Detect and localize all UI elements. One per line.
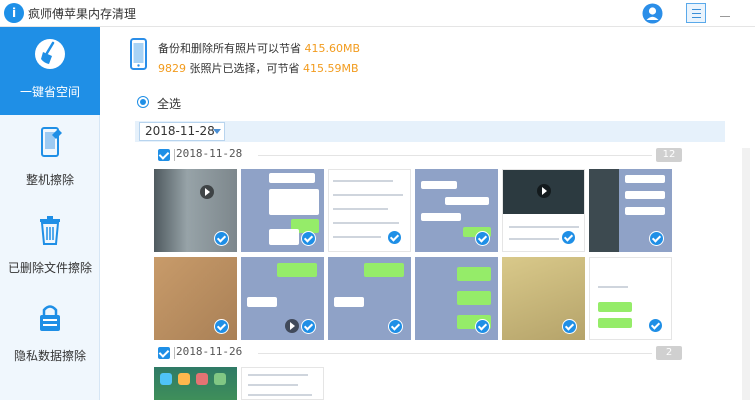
sidebar-item-label: 一键省空间 [19,85,80,99]
backup-info-line: 备份和删除所有照片可以节省 415.60MB [158,40,360,56]
group-checkbox[interactable] [158,347,170,359]
play-icon [537,184,551,198]
selected-check-icon[interactable] [387,230,402,245]
selected-check-icon[interactable] [301,231,316,246]
selection-info-line: 9829 张照片已选择，可节省 415.59MB [158,60,359,76]
selected-check-icon[interactable] [562,319,577,334]
photo-thumbnail[interactable] [589,169,672,252]
group-date: 2018-11-26 [176,345,243,358]
sidebar-item-privacy-erase[interactable]: 隐私数据擦除 [0,291,100,379]
divider [174,347,175,359]
selected-check-icon[interactable] [475,231,490,246]
selected-check-icon[interactable] [214,231,229,246]
selected-check-icon[interactable] [214,319,229,334]
photo-thumbnail[interactable] [589,257,672,340]
divider [174,149,175,161]
trash-icon [40,216,60,245]
photo-thumbnail[interactable] [502,257,585,340]
select-all-radio[interactable] [137,96,149,108]
lock-icon [40,305,60,331]
phone-erase-icon [41,127,62,157]
photo-group-header: 2018-11-28 12 [158,147,682,163]
title-bar: i 疯师傅苹果内存清理 [0,0,755,27]
date-filter-select[interactable]: 2018-11-28 [139,122,225,141]
app-title: 疯师傅苹果内存清理 [28,7,137,21]
photo-thumbnail[interactable] [415,169,498,252]
minimize-button[interactable] [716,4,734,22]
app-logo-icon: i [4,3,24,23]
photo-thumbnail[interactable] [415,257,498,340]
photo-thumbnail[interactable] [154,169,237,252]
chevron-down-icon [213,129,221,134]
select-all-label: 全选 [157,97,182,111]
selected-check-icon[interactable] [388,319,403,334]
selected-check-icon[interactable] [648,318,663,333]
sidebar-item-one-click-save[interactable]: 一键省空间 [0,27,100,115]
group-count-badge: 12 [656,148,682,162]
photo-thumbnail[interactable] [154,367,237,400]
play-icon [285,319,299,333]
scrollbar[interactable] [742,148,750,400]
sidebar-item-label: 隐私数据擦除 [13,349,86,363]
photo-thumbnail[interactable] [241,169,324,252]
play-icon [200,185,214,199]
photo-thumbnail[interactable] [241,257,324,340]
photo-thumbnail[interactable] [328,169,411,252]
date-filter-bar: 2018-11-28 [135,121,725,142]
sidebar-item-label: 整机擦除 [25,173,74,187]
backup-info-text: 备份和删除所有照片可以节省 [158,42,301,55]
group-checkbox[interactable] [158,149,170,161]
photo-thumbnail[interactable] [328,257,411,340]
selected-check-icon[interactable] [475,319,490,334]
selected-check-icon[interactable] [301,319,316,334]
user-icon[interactable] [642,3,663,24]
selection-info-text: 张照片已选择，可节省 [189,62,300,75]
selected-check-icon[interactable] [649,231,664,246]
savable-size-value: 415.59MB [303,62,359,75]
group-date: 2018-11-28 [176,147,243,160]
sidebar-item-device-erase[interactable]: 整机擦除 [0,115,100,203]
group-count-badge: 2 [656,346,682,360]
phone-icon [130,38,147,70]
photo-thumbnail[interactable] [154,257,237,340]
selected-count-value: 9829 [158,62,186,75]
sidebar: 一键省空间 整机擦除 已删除文件擦除 隐私数据擦除 [0,27,100,400]
app-window: i 疯师傅苹果内存清理 一键省空间 整机擦除 已删除文件擦除 隐私数据擦除 备份… [0,0,755,400]
divider [258,155,652,156]
selected-check-icon[interactable] [561,230,576,245]
broom-icon [35,39,65,69]
photo-thumbnail[interactable] [502,169,585,252]
sidebar-item-label: 已删除文件擦除 [7,261,92,275]
sidebar-item-deleted-files-erase[interactable]: 已删除文件擦除 [0,203,100,291]
photo-group-header: 2018-11-26 2 [158,345,682,361]
date-filter-value: 2018-11-28 [145,124,215,138]
photo-thumbnail[interactable] [241,367,324,400]
divider [258,353,652,354]
total-size-value: 415.60MB [304,42,361,55]
menu-button[interactable] [686,3,706,23]
